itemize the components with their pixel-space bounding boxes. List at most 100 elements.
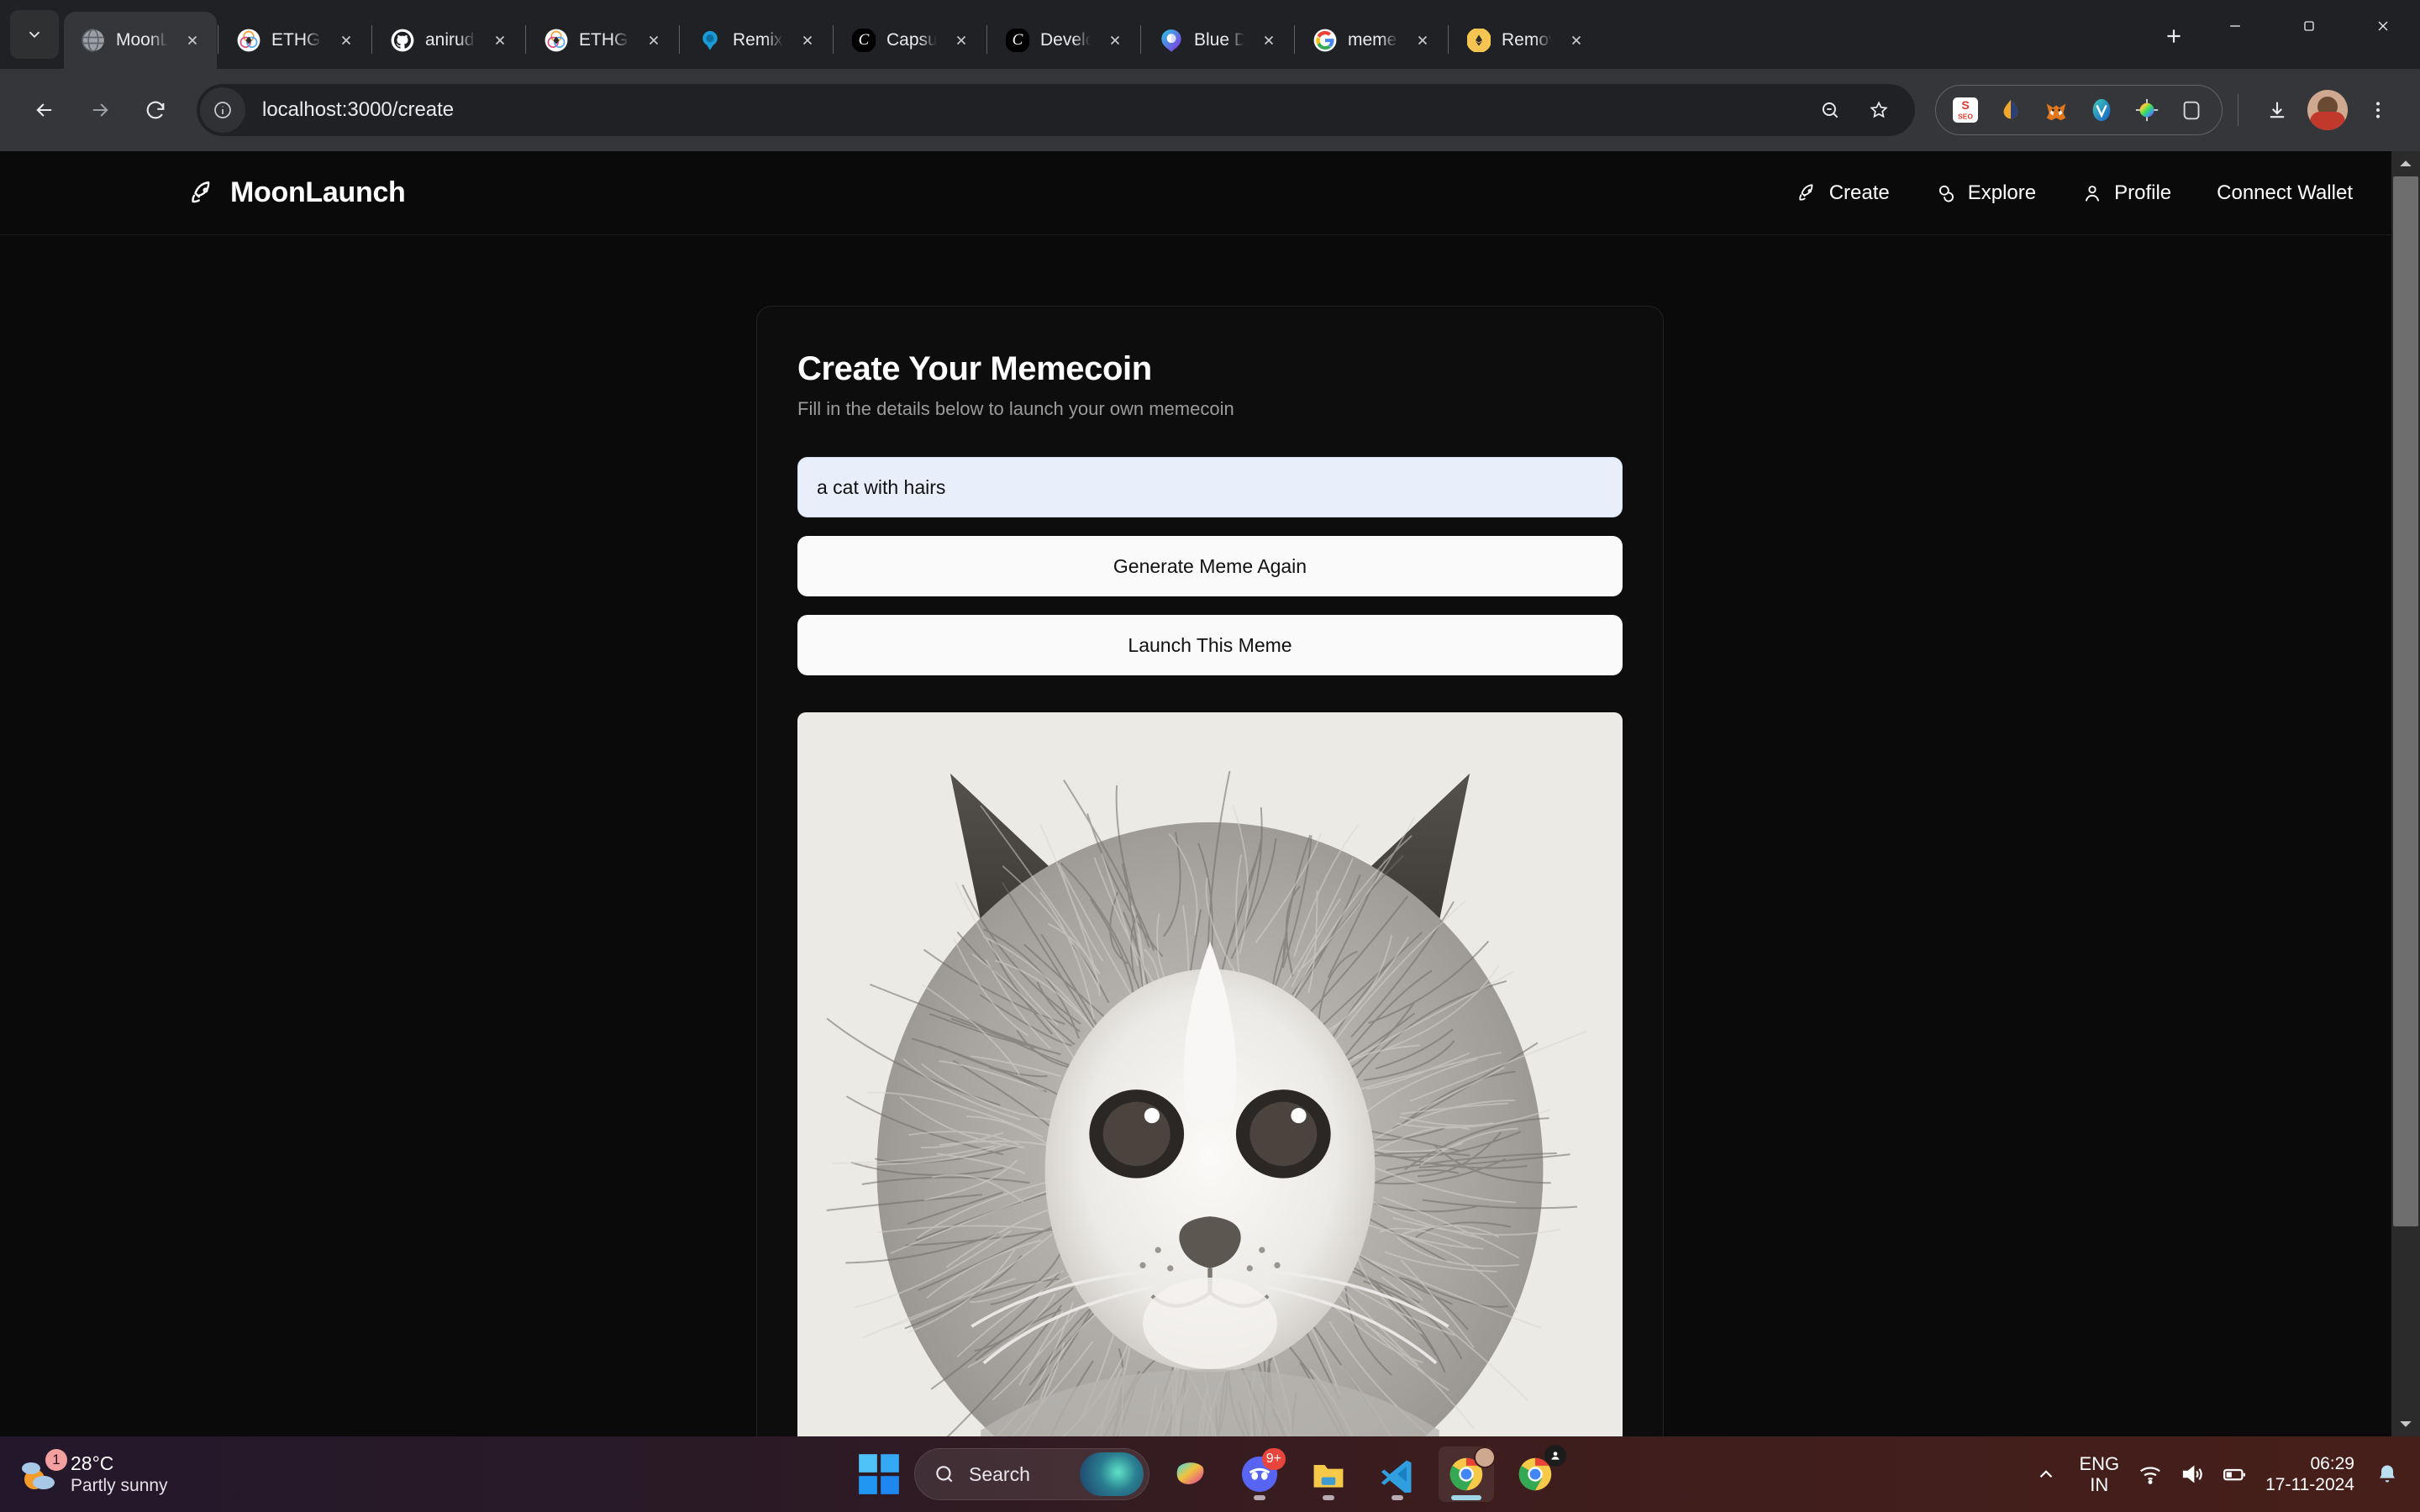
taskbar-app-file-explorer[interactable] xyxy=(1301,1446,1356,1502)
tray-icons xyxy=(2138,1462,2247,1487)
tab-close-button[interactable] xyxy=(178,26,207,55)
brand-logo[interactable]: MoonLaunch xyxy=(188,176,406,209)
browser-tab[interactable]: Blue Doc xyxy=(1142,12,1293,69)
tab-separator xyxy=(833,25,834,54)
guest-badge-icon xyxy=(1544,1445,1566,1467)
taskbar-app-chrome-guest[interactable] xyxy=(1507,1446,1563,1502)
chevron-up-icon xyxy=(2035,1463,2057,1485)
generate-meme-button[interactable]: Generate Meme Again xyxy=(797,536,1623,596)
volume-icon[interactable] xyxy=(2180,1462,2205,1487)
weather-icon: 1 xyxy=(18,1454,59,1494)
window-controls xyxy=(2198,0,2420,69)
nav-item-create[interactable]: Create xyxy=(1797,181,1890,205)
taskbar-app-discord[interactable]: 9+ xyxy=(1232,1446,1287,1502)
page-viewport: MoonLaunch Create Explore Profile Connec… xyxy=(0,151,2420,1436)
browser-tab[interactable]: Remix - E xyxy=(681,12,832,69)
weather-widget[interactable]: 1 28°C Partly sunny xyxy=(18,1452,168,1497)
launch-meme-button[interactable]: Launch This Meme xyxy=(797,615,1623,675)
close-icon xyxy=(1107,33,1123,48)
tab-close-button[interactable] xyxy=(1562,26,1591,55)
tab-close-button[interactable] xyxy=(793,26,822,55)
tab-close-button[interactable] xyxy=(1408,26,1437,55)
more-vertical-icon xyxy=(2366,98,2390,122)
bookmark-button[interactable] xyxy=(1858,89,1900,131)
search-input[interactable]: Search xyxy=(914,1448,1150,1500)
bell-icon xyxy=(2375,1462,2399,1486)
start-button[interactable] xyxy=(857,1452,901,1496)
browser-tab[interactable]: C Develope xyxy=(988,12,1139,69)
browser-tab[interactable]: C Capsule xyxy=(834,12,986,69)
page-scrollbar[interactable] xyxy=(2391,151,2420,1436)
language-line-2: IN xyxy=(2079,1474,2119,1495)
zoom-out-button[interactable] xyxy=(1809,89,1851,131)
colorpick-icon[interactable] xyxy=(2124,87,2170,133)
tray-expand-button[interactable] xyxy=(2032,1460,2060,1488)
browser-tab[interactable]: ETHGlob xyxy=(527,12,678,69)
discord-badge: 9+ xyxy=(1262,1448,1286,1470)
tab-close-button[interactable] xyxy=(486,26,514,55)
system-tray: ENG IN 06:29 17-11-2024 xyxy=(2032,1453,2402,1496)
tab-close-button[interactable] xyxy=(1255,26,1283,55)
close-window-button[interactable] xyxy=(2346,0,2420,52)
page-title: Create Your Memecoin xyxy=(797,350,1623,388)
sui-wallet-icon[interactable] xyxy=(1988,87,2033,133)
prompt-input[interactable]: a cat with hairs xyxy=(797,457,1623,517)
back-button[interactable] xyxy=(18,84,71,136)
tab-separator xyxy=(525,25,526,54)
tab-close-button[interactable] xyxy=(1101,26,1129,55)
weather-badge: 1 xyxy=(45,1449,67,1471)
new-tab-button[interactable] xyxy=(2149,12,2198,60)
taskbar-app-chrome[interactable] xyxy=(1439,1446,1494,1502)
language-line-1: ENG xyxy=(2079,1453,2119,1474)
clock[interactable]: 06:29 17-11-2024 xyxy=(2265,1453,2354,1495)
weather-temperature: 28°C xyxy=(71,1452,168,1475)
ethglobal-icon xyxy=(236,28,261,53)
chevron-up-icon xyxy=(2398,159,2413,169)
capsule-icon: C xyxy=(1005,28,1030,53)
maximize-button[interactable] xyxy=(2272,0,2346,52)
scrollbar-track[interactable] xyxy=(2391,176,2420,1411)
vultisig-icon[interactable] xyxy=(2079,87,2124,133)
taskbar-app-copilot[interactable] xyxy=(1163,1446,1218,1502)
forward-button[interactable] xyxy=(74,84,126,136)
browser-tab[interactable]: MoonLau xyxy=(64,12,217,69)
profile-avatar[interactable] xyxy=(2307,90,2348,130)
browser-tab[interactable]: ETHGlob xyxy=(219,12,371,69)
battery-icon[interactable] xyxy=(2222,1462,2247,1487)
nav-item-label: Explore xyxy=(1968,181,2036,205)
minimize-button[interactable] xyxy=(2198,0,2272,52)
tab-close-button[interactable] xyxy=(947,26,976,55)
tab-search-button[interactable] xyxy=(10,10,59,59)
scrollbar-thumb[interactable] xyxy=(2393,176,2418,1226)
address-bar[interactable]: localhost:3000/create xyxy=(197,84,1915,136)
clock-time: 06:29 xyxy=(2265,1453,2354,1474)
seo-icon[interactable]: S SEO xyxy=(1943,87,1988,133)
scroll-down-button[interactable] xyxy=(2391,1411,2420,1436)
notifications-button[interactable] xyxy=(2373,1460,2402,1488)
wifi-icon[interactable] xyxy=(2138,1462,2163,1487)
keplr-icon[interactable] xyxy=(2170,87,2215,133)
site-info-button[interactable] xyxy=(200,87,245,133)
nav-item-profile[interactable]: Profile xyxy=(2081,181,2171,205)
taskbar-app-vscode[interactable] xyxy=(1370,1446,1425,1502)
scroll-up-button[interactable] xyxy=(2391,151,2420,176)
rocket-icon xyxy=(1797,182,1818,204)
reload-button[interactable] xyxy=(129,84,182,136)
close-icon xyxy=(2375,18,2391,34)
metamask-icon[interactable] xyxy=(2033,87,2079,133)
meme-preview[interactable] xyxy=(797,712,1623,1436)
tab-close-button[interactable] xyxy=(332,26,360,55)
connect-wallet-button[interactable]: Connect Wallet xyxy=(2217,181,2353,205)
tab-label: ETHGlob xyxy=(271,30,322,50)
brand-name: MoonLaunch xyxy=(230,176,406,209)
browser-tab[interactable]: meme ro xyxy=(1296,12,1447,69)
downloads-button[interactable] xyxy=(2254,87,2301,134)
folder-icon xyxy=(1310,1456,1347,1493)
tab-label: ETHGlob xyxy=(579,30,629,50)
nav-item-explore[interactable]: Explore xyxy=(1935,181,2036,205)
browser-tab[interactable]: Remove xyxy=(1449,12,1601,69)
browser-tab[interactable]: aniruddh xyxy=(373,12,524,69)
language-indicator[interactable]: ENG IN xyxy=(2079,1453,2119,1496)
chrome-menu-button[interactable] xyxy=(2354,87,2402,134)
tab-close-button[interactable] xyxy=(639,26,668,55)
